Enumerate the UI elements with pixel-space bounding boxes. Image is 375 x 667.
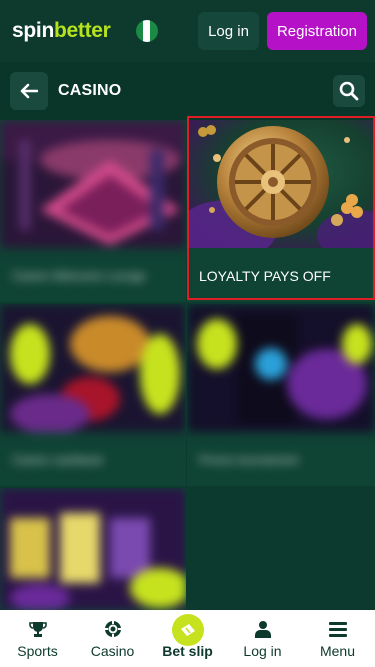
promo-image — [0, 304, 186, 432]
promo-card[interactable]: Casino Welcome Lounge — [0, 120, 186, 302]
promo-caption: LOYALTY PAYS OFF — [199, 268, 331, 284]
nav-menu[interactable]: Menu — [300, 610, 375, 667]
promotions-grid: Casino Welcome Lounge LOYALTY PAYS OFF C… — [0, 120, 375, 610]
nav-bet-slip[interactable]: Bet slip — [150, 610, 225, 667]
promo-card-loyalty[interactable]: LOYALTY PAYS OFF — [187, 120, 375, 302]
search-button[interactable] — [333, 75, 365, 107]
promo-image — [0, 120, 186, 248]
search-icon — [339, 81, 359, 101]
logo-part-spin: spin — [12, 19, 54, 42]
promo-card[interactable]: Casino cashback — [0, 304, 186, 486]
promo-card[interactable] — [0, 488, 186, 610]
casino-chip-icon — [104, 621, 121, 637]
bottom-nav: Sports Casino Bet slip Log in Menu — [0, 610, 375, 667]
section-header: CASINO — [0, 62, 375, 120]
promo-caption: Casino cashback — [12, 453, 104, 467]
login-button[interactable]: Log in — [198, 12, 259, 50]
promo-card[interactable]: Promo tournament — [187, 304, 375, 486]
nigeria-flag-icon[interactable] — [134, 19, 159, 43]
promo-image — [187, 304, 375, 432]
promo-image — [0, 488, 186, 610]
nav-label: Log in — [243, 643, 282, 659]
nav-label: Sports — [17, 643, 58, 659]
menu-icon — [328, 622, 347, 637]
user-icon — [254, 621, 271, 638]
registration-button[interactable]: Registration — [266, 12, 367, 50]
promo-caption: Casino Welcome Lounge — [12, 269, 146, 283]
logo-part-better: better — [53, 19, 111, 42]
logo[interactable]: spin better — [12, 19, 111, 43]
back-button[interactable] — [10, 72, 48, 110]
nav-login[interactable]: Log in — [225, 610, 300, 667]
top-bar: spin better Log in Registration — [0, 0, 375, 62]
nav-label: Casino — [90, 643, 135, 659]
bet-slip-badge — [171, 614, 204, 646]
nav-casino[interactable]: Casino — [75, 610, 150, 667]
nav-sports[interactable]: Sports — [0, 610, 75, 667]
promo-caption: Promo tournament — [199, 453, 299, 467]
page-title: CASINO — [58, 82, 122, 99]
nav-label: Menu — [319, 643, 356, 659]
arrow-left-icon — [20, 83, 38, 99]
ticket-icon — [180, 624, 195, 636]
promo-image-wheel — [187, 120, 375, 248]
trophy-icon — [28, 622, 47, 637]
